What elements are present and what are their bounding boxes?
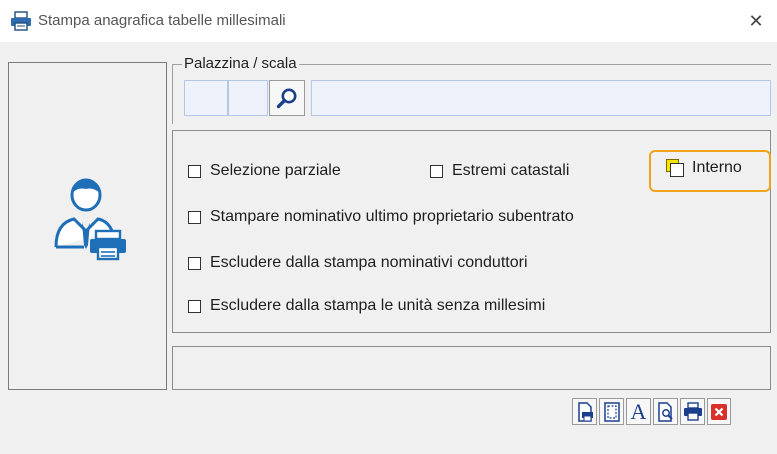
- checkbox-escludere-senza-millesimi[interactable]: Escludere dalla stampa le unità senza mi…: [188, 297, 545, 315]
- scala-code-field[interactable]: [228, 80, 268, 116]
- window-title: Stampa anagrafica tabelle millesimali: [38, 12, 286, 29]
- palazzina-code-field[interactable]: [184, 80, 228, 116]
- checkbox-selezione-parziale[interactable]: Selezione parziale: [188, 162, 341, 180]
- font-button[interactable]: A: [626, 398, 651, 425]
- checkbox-stampare-nominativo[interactable]: Stampare nominativo ultimo proprietario …: [188, 208, 574, 226]
- search-button[interactable]: [269, 80, 305, 116]
- search-icon: [276, 88, 297, 109]
- status-field: [172, 346, 771, 390]
- printer-icon: [11, 11, 31, 31]
- user-print-icon: [54, 178, 126, 261]
- side-image-panel: [8, 62, 167, 390]
- checkbox-box[interactable]: [188, 256, 201, 270]
- palazzina-description-field[interactable]: [311, 80, 771, 116]
- font-icon: A: [630, 398, 647, 424]
- palazzina-legend: Palazzina / scala: [182, 55, 299, 72]
- checkbox-label: Interno: [692, 159, 742, 176]
- window-close-button[interactable]: ✕: [740, 6, 772, 36]
- page-layout-button[interactable]: [599, 398, 624, 425]
- close-dialog-button[interactable]: [707, 398, 731, 425]
- checkbox-label: Escludere dalla stampa le unità senza mi…: [210, 297, 546, 314]
- checkbox-box[interactable]: [188, 164, 201, 178]
- print-setup-button[interactable]: [572, 398, 597, 425]
- print-setup-icon: [577, 401, 593, 422]
- title-bar: Stampa anagrafica tabelle millesimali ✕: [0, 0, 777, 42]
- checkbox-label: Escludere dalla stampa nominativi condut…: [210, 254, 528, 271]
- print-button[interactable]: [680, 398, 705, 425]
- print-icon: [683, 401, 702, 421]
- dialog-window: Stampa anagrafica tabelle millesimali ✕ …: [0, 0, 777, 454]
- checkbox-box[interactable]: [188, 299, 201, 313]
- checkbox-box[interactable]: [666, 159, 684, 177]
- checkbox-label: Estremi catastali: [452, 162, 570, 179]
- close-icon: ✕: [748, 10, 764, 31]
- checkbox-label: Selezione parziale: [210, 162, 341, 179]
- checkbox-box[interactable]: [430, 164, 443, 178]
- page-layout-icon: [603, 401, 620, 422]
- checkbox-estremi-catastali[interactable]: Estremi catastali: [430, 162, 569, 180]
- print-preview-button[interactable]: [653, 398, 678, 425]
- close-icon: [711, 403, 727, 420]
- print-preview-icon: [657, 401, 673, 422]
- checkbox-label: Stampare nominativo ultimo proprietario …: [210, 208, 574, 225]
- checkbox-box[interactable]: [188, 210, 201, 224]
- checkbox-escludere-conduttori[interactable]: Escludere dalla stampa nominativi condut…: [188, 254, 528, 272]
- checkbox-interno[interactable]: Interno: [666, 159, 742, 177]
